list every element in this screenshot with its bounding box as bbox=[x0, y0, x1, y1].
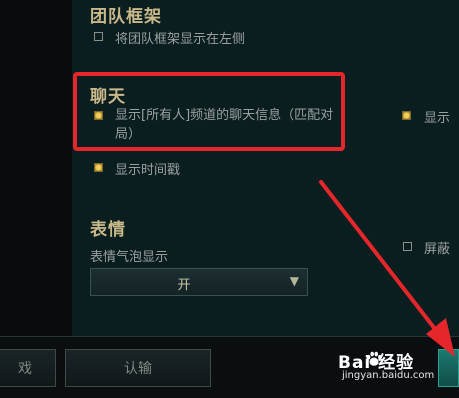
red-arrow-annotation bbox=[319, 180, 455, 357]
